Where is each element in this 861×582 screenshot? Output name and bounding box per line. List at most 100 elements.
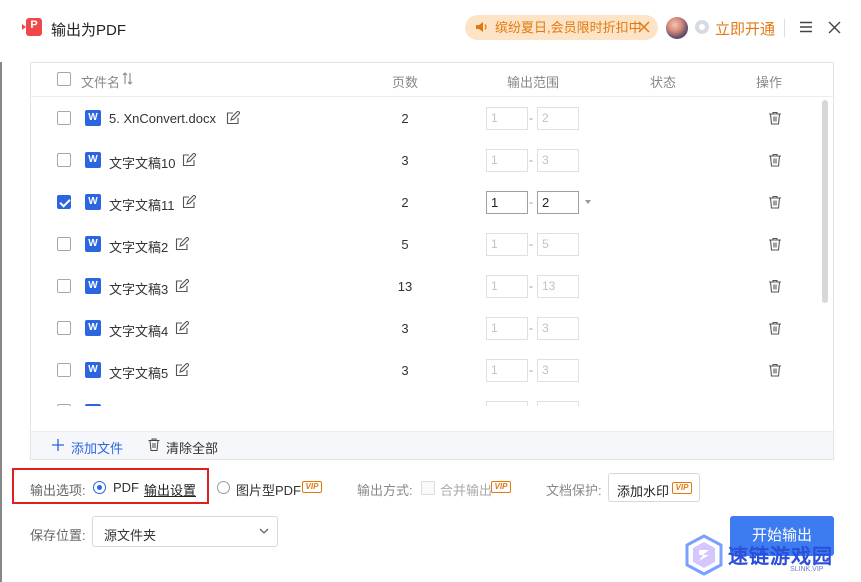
- edit-icon[interactable]: [226, 111, 240, 125]
- merge-output-checkbox[interactable]: [421, 481, 435, 495]
- save-location-label: 保存位置:: [30, 528, 86, 543]
- range-from-input[interactable]: 1: [486, 317, 528, 340]
- column-header-status: 状态: [650, 75, 677, 90]
- trash-icon[interactable]: [768, 363, 782, 377]
- menu-icon[interactable]: [799, 21, 813, 33]
- edit-icon[interactable]: [182, 195, 196, 209]
- row-checkbox[interactable]: [57, 404, 71, 406]
- trash-icon[interactable]: [768, 111, 782, 125]
- open-vip-link[interactable]: 立即开通: [715, 18, 775, 39]
- table-row[interactable]: W 5. XnConvert.docx 2 1 - 2: [31, 97, 821, 139]
- plus-icon[interactable]: [52, 439, 64, 451]
- table-row[interactable]: W 文字文稿11 2 1 - 2: [31, 181, 821, 223]
- row-checkbox[interactable]: [57, 153, 71, 167]
- range-to-input[interactable]: 2: [537, 107, 579, 130]
- add-file-button[interactable]: 添加文件: [71, 438, 123, 457]
- file-name: 文字文稿2: [109, 240, 169, 255]
- vip-badge: VIP: [672, 482, 692, 494]
- range-to-input[interactable]: 13: [537, 275, 579, 298]
- pdf-radio[interactable]: [93, 481, 106, 494]
- file-name: 文字文稿10: [109, 156, 176, 171]
- output-mode-label: 输出方式:: [357, 483, 413, 498]
- edit-icon[interactable]: [175, 237, 189, 251]
- range-from-input[interactable]: 1: [486, 233, 528, 256]
- image-pdf-radio[interactable]: [217, 481, 230, 494]
- range-dash: -: [529, 363, 533, 377]
- row-checkbox[interactable]: [57, 195, 71, 209]
- brand-logo-icon: [685, 534, 723, 576]
- range-from-input[interactable]: 1: [486, 191, 528, 214]
- range-from-input[interactable]: 1: [486, 107, 528, 130]
- edit-icon[interactable]: [175, 321, 189, 335]
- trash-icon[interactable]: [768, 153, 782, 167]
- doc-protect-label: 文档保护:: [546, 483, 602, 498]
- edit-icon[interactable]: [175, 363, 189, 377]
- row-checkbox[interactable]: [57, 237, 71, 251]
- table-row[interactable]: W 文字文稿2 5 1 - 5: [31, 223, 821, 265]
- page-count: 2: [401, 195, 409, 210]
- word-file-icon: W: [85, 236, 101, 252]
- range-to-input[interactable]: 5: [537, 233, 579, 256]
- word-file-icon: W: [85, 278, 101, 294]
- file-name: 文字文稿4: [109, 324, 169, 339]
- promo-close-icon[interactable]: [637, 20, 651, 34]
- table-row[interactable]: W 文字文稿10 3 1 - 3: [31, 139, 821, 181]
- avatar[interactable]: [666, 17, 688, 39]
- range-from-input[interactable]: 1: [486, 359, 528, 382]
- header-divider: [784, 19, 785, 37]
- range-to-input[interactable]: 3: [537, 149, 579, 172]
- file-name: 文字文稿3: [109, 282, 169, 297]
- range-dash: -: [529, 279, 533, 293]
- range-to-input[interactable]: 2: [537, 191, 579, 214]
- table-row[interactable]: W 文字文稿4 3 1 - 3: [31, 307, 821, 349]
- file-name: 文字文稿5: [109, 366, 169, 381]
- word-file-icon: W: [85, 320, 101, 336]
- column-header-pages: 页数: [392, 75, 419, 90]
- merge-output-label: 合并输出: [440, 483, 493, 498]
- trash-icon[interactable]: [768, 279, 782, 293]
- row-checkbox[interactable]: [57, 111, 71, 125]
- row-checkbox[interactable]: [57, 279, 71, 293]
- row-checkbox[interactable]: [57, 321, 71, 335]
- trash-icon[interactable]: [768, 321, 782, 335]
- output-settings-link[interactable]: 输出设置: [144, 480, 196, 499]
- file-name: 5. XnConvert.docx: [109, 111, 216, 126]
- close-icon[interactable]: [828, 21, 841, 34]
- edit-icon[interactable]: [182, 153, 196, 167]
- save-location-select[interactable]: 源文件夹: [92, 516, 278, 547]
- sort-icon[interactable]: [122, 72, 134, 85]
- word-file-icon: W: [85, 110, 101, 126]
- range-from-input[interactable]: [486, 401, 528, 406]
- range-to-input[interactable]: [537, 401, 579, 406]
- select-all-checkbox[interactable]: [57, 72, 71, 86]
- range-to-input[interactable]: 3: [537, 317, 579, 340]
- image-pdf-label[interactable]: 图片型PDF: [236, 480, 301, 499]
- scrollbar-thumb[interactable]: [822, 100, 828, 303]
- range-dropdown-arrow-icon[interactable]: [585, 200, 591, 204]
- chevron-down-icon: [259, 528, 269, 534]
- pdf-radio-label[interactable]: PDF: [113, 480, 139, 495]
- table-row[interactable]: W 文字文稿5 3 1 - 3: [31, 349, 821, 391]
- promo-banner[interactable]: 缤纷夏日,会员限时折扣中: [465, 15, 658, 40]
- range-to-input[interactable]: 3: [537, 359, 579, 382]
- file-name: 文字文稿11: [109, 198, 175, 213]
- range-from-input[interactable]: 1: [486, 149, 528, 172]
- edit-icon[interactable]: [175, 279, 189, 293]
- row-checkbox[interactable]: [57, 363, 71, 377]
- column-header-name: 文件名: [81, 75, 121, 90]
- window-edge: [0, 62, 2, 582]
- page-count: 3: [401, 363, 409, 378]
- trash-icon[interactable]: [148, 438, 160, 451]
- speaker-icon: [476, 22, 487, 32]
- trash-icon[interactable]: [768, 237, 782, 251]
- page-count: 2: [401, 111, 409, 126]
- range-from-input[interactable]: 1: [486, 275, 528, 298]
- range-dash: -: [529, 237, 533, 251]
- add-watermark-button[interactable]: 添加水印 VIP: [608, 473, 700, 502]
- clear-all-button[interactable]: 清除全部: [166, 438, 218, 457]
- vip-diamond-icon: [695, 20, 709, 34]
- page-count: 3: [401, 321, 409, 336]
- range-dash: -: [529, 321, 533, 335]
- trash-icon[interactable]: [768, 195, 782, 209]
- table-row[interactable]: W 文字文稿3 13 1 - 13: [31, 265, 821, 307]
